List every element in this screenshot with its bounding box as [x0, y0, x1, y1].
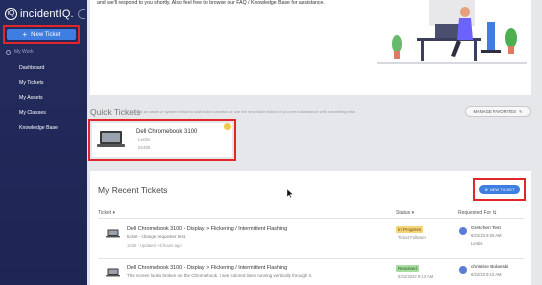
my-work-icon: [6, 49, 11, 55]
sidebar-item-my-tickets[interactable]: My Tickets: [19, 79, 58, 94]
pencil-icon: ✎: [519, 109, 523, 114]
collapse-sidebar-icon[interactable]: [78, 9, 85, 19]
sidebar-item-my-assets[interactable]: My Assets: [19, 94, 58, 109]
recent-tickets-title: My Recent Tickets: [98, 185, 168, 195]
laptop-icon: [106, 268, 120, 277]
new-ticket-highlight: + New Ticket: [3, 25, 80, 44]
status-detail: 6/22/2023 9:13 AM: [398, 274, 434, 279]
quick-tickets-title: Quick Tickets: [90, 107, 141, 117]
manage-favorites-label: MANAGE FAVORITES: [473, 109, 516, 114]
recent-tickets-panel: My Recent Tickets ⊕ NEW TICKET Ticket ▾ …: [90, 171, 531, 285]
sidebar-nav: Dashboard My Tickets My Assets My Classe…: [19, 64, 58, 139]
logo-icon: iQ: [5, 8, 17, 20]
column-requested-label: Requested For: [458, 210, 492, 216]
sidebar: iQ incidentIQ. + New Ticket My Work Dash…: [0, 0, 87, 285]
brand-name: incidentIQ.: [20, 8, 74, 20]
sidebar-item-knowledge-base[interactable]: Knowledge Base: [19, 124, 58, 139]
status-detail: Ticket Follower: [398, 235, 426, 240]
favorite-highlight: Dell Chromebook 3100 Lenbs 52486: [88, 119, 236, 161]
quick-tickets-hint: Click an asset or system below to start …: [134, 109, 357, 114]
status-badge: In Progress: [396, 226, 424, 233]
requester-location: Lenbs: [471, 241, 483, 246]
avatar: [459, 227, 467, 235]
column-ticket-label: Ticket: [98, 210, 112, 216]
mouse-cursor-icon: [287, 189, 293, 198]
recent-new-ticket-label: NEW TICKET: [489, 187, 515, 192]
header-divider: [98, 218, 525, 219]
recent-new-ticket-button[interactable]: ⊕ NEW TICKET: [479, 185, 520, 194]
ticket-title[interactable]: Dell Chromebook 3100 - Display > Flicker…: [127, 265, 287, 271]
banner-text: and we'll respond to you shortly. Also f…: [97, 0, 325, 6]
ticket-meta: 1045 · Updated ~5 hours ago: [127, 243, 182, 248]
ticket-title[interactable]: Dell Chromebook 3100 - Display > Flicker…: [127, 226, 287, 232]
ticket-subtitle: ticket - change requester test.: [127, 234, 187, 239]
new-ticket-button[interactable]: + New Ticket: [7, 29, 76, 40]
ticket-subtitle: The screen looks broken on the Chromeboo…: [127, 273, 313, 278]
favorite-asset-card[interactable]: Dell Chromebook 3100 Lenbs 52486: [92, 123, 232, 157]
welcome-banner: and we'll respond to you shortly. Also f…: [90, 0, 531, 95]
favorite-location: Lenbs: [138, 137, 151, 142]
plus-icon: ⊕: [484, 187, 488, 192]
main-content: and we'll respond to you shortly. Also f…: [87, 0, 542, 285]
brand[interactable]: iQ incidentIQ.: [5, 8, 74, 20]
laptop-icon: [97, 131, 125, 147]
office-illustration: [377, 0, 527, 64]
sidebar-item-my-classes[interactable]: My Classes: [19, 109, 58, 124]
manage-favorites-button[interactable]: MANAGE FAVORITES ✎: [465, 106, 531, 117]
laptop-icon: [106, 229, 120, 238]
avatar: [459, 266, 467, 274]
new-ticket-highlight-2: ⊕ NEW TICKET: [473, 178, 526, 201]
column-header-ticket[interactable]: Ticket ▾: [98, 210, 115, 216]
my-work-label: My Work: [14, 49, 34, 55]
status-badge: Resolved: [396, 265, 419, 272]
column-status-label: Status: [396, 210, 411, 216]
new-ticket-label: New Ticket: [31, 31, 61, 38]
requester-name: Gretchen Test: [471, 226, 501, 231]
sidebar-item-dashboard[interactable]: Dashboard: [19, 64, 58, 79]
column-header-requested-for[interactable]: Requested For ⇅: [458, 210, 497, 216]
requester-date: 6/22/23 9:10 AM: [471, 272, 502, 277]
my-work-section: My Work: [6, 49, 34, 55]
row-divider: [98, 258, 525, 259]
favorite-asset-tag: 52486: [138, 145, 151, 150]
column-header-status[interactable]: Status ▾: [396, 210, 414, 216]
favorite-star-icon[interactable]: [224, 123, 231, 130]
favorite-name: Dell Chromebook 3100: [136, 129, 198, 135]
requester-name: christine Bolanski: [471, 265, 509, 270]
requester-date: 6/22/23 9:26 AM: [471, 233, 502, 238]
plus-icon: +: [22, 29, 28, 39]
